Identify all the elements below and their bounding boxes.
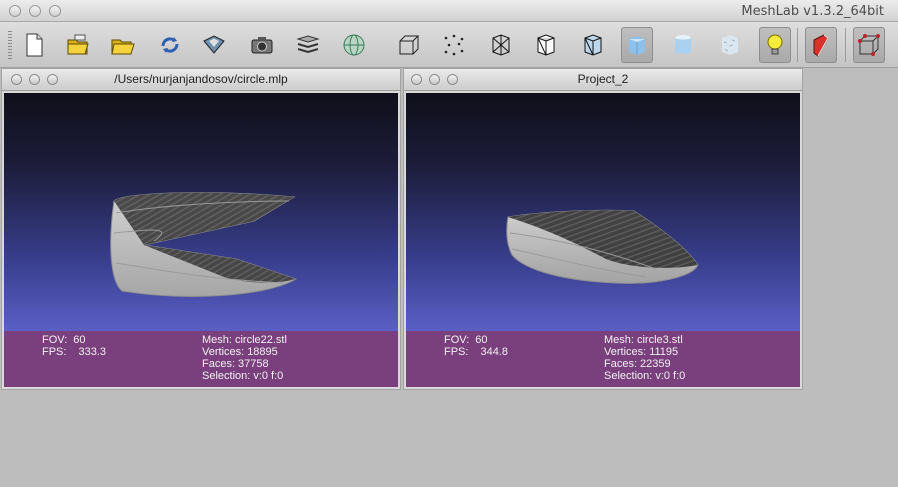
selection-label: Selection: [202,370,251,382]
globe-button[interactable] [338,29,370,61]
info-bar: FOV: 60 FPS: 344.8 Mesh: circle3.stl Vertic… [406,331,800,387]
vertices-label: Vertices: [604,346,647,358]
save-icon [203,35,225,54]
fps-value: 344.8 [480,346,508,358]
mesh-name: circle3.stl [636,334,683,346]
app-title: MeshLab v1.3.2_64bit [741,4,884,19]
fps-label: FPS: [42,346,67,358]
mesh-subwindow-1[interactable]: /Users/nurjanjandosov/circle.mlp FOV: 60 … [1,68,401,390]
select-vertices-icon [858,34,880,56]
mesh-label: Mesh: [202,334,232,346]
toolbar-separator [845,28,846,62]
hidden-lines-icon [537,34,555,56]
vertices-count: 18895 [247,346,278,358]
fps-label: FPS: [444,346,469,358]
select-vertices-button[interactable] [853,27,885,63]
selection-label: Selection: [604,370,653,382]
faces-count: 37758 [238,358,269,370]
mesh-label: Mesh: [604,334,634,346]
subwindow-title: Project_2 [577,72,629,86]
faces-count: 22359 [640,358,671,370]
texture-icon [722,35,738,55]
snapshot-icon [251,37,273,54]
open-mesh-button[interactable] [106,29,138,61]
points-button[interactable] [438,29,470,61]
wireframe-button[interactable] [485,29,517,61]
new-project-icon [26,33,43,57]
new-project-button[interactable] [18,29,50,61]
faces-label: Faces: [202,358,236,370]
layers-icon [296,35,320,54]
faces-label: Faces: [604,358,638,370]
light-bulb-icon [767,34,783,55]
open-project-button[interactable] [62,29,94,61]
reload-button[interactable] [154,29,186,61]
open-mesh-icon [111,39,135,55]
backface-button[interactable] [805,27,837,63]
vertices-count: 11195 [649,346,679,358]
bounding-box-button[interactable] [393,29,425,61]
close-window-button[interactable] [9,5,21,17]
fov-value: 60 [475,334,488,346]
vertices-label: Vertices: [202,346,245,358]
smooth-shading-button[interactable] [667,29,699,61]
globe-icon [343,34,365,56]
window-title-bar: MeshLab v1.3.2_64bit [0,0,898,22]
hidden-lines-button[interactable] [530,29,562,61]
points-icon [444,34,464,56]
wireframe-icon [492,34,510,56]
subwindow-title-bar[interactable]: /Users/nurjanjandosov/circle.mlp [2,69,400,91]
fov-value: 60 [73,334,86,346]
light-bulb-button[interactable] [759,27,791,63]
layers-button[interactable] [292,29,324,61]
open-project-icon [67,34,89,55]
reload-icon [161,37,179,53]
mesh-subwindow-2[interactable]: Project_2 FOV: 60 FPS: 344.8 Mesh: circle3.… [403,68,803,390]
flat-lines-button[interactable] [577,29,609,61]
save-button[interactable] [198,29,230,61]
toolbar-grip[interactable] [8,31,12,59]
fov-label: FOV: [42,334,68,346]
zoom-window-button[interactable] [49,5,61,17]
mesh-render [110,192,298,297]
texture-button[interactable] [714,29,746,61]
selection-value: v:0 f:0 [253,370,284,382]
snapshot-button[interactable] [246,29,278,61]
flat-lines-icon [584,34,602,56]
smooth-shading-icon [675,35,691,54]
fov-label: FOV: [444,334,470,346]
mesh-name: circle22.stl [234,334,287,346]
main-toolbar [0,22,898,68]
bounding-box-icon [399,35,420,55]
subwindow-title-bar[interactable]: Project_2 [404,69,802,91]
info-bar: FOV: 60 FPS: 333.3 Mesh: circle22.stl Verti… [4,331,398,387]
subwindow-title: /Users/nurjanjandosov/circle.mlp [114,72,288,86]
backface-icon [813,34,829,57]
selection-value: v:0 f:0 [655,370,686,382]
minimize-window-button[interactable] [29,5,41,17]
fps-value: 333.3 [78,346,106,358]
3d-viewport[interactable] [4,93,398,331]
mesh-render [506,209,699,284]
3d-viewport[interactable] [406,93,800,331]
flat-shading-button[interactable] [621,27,653,63]
flat-shading-icon [629,36,645,55]
toolbar-separator [797,28,798,62]
